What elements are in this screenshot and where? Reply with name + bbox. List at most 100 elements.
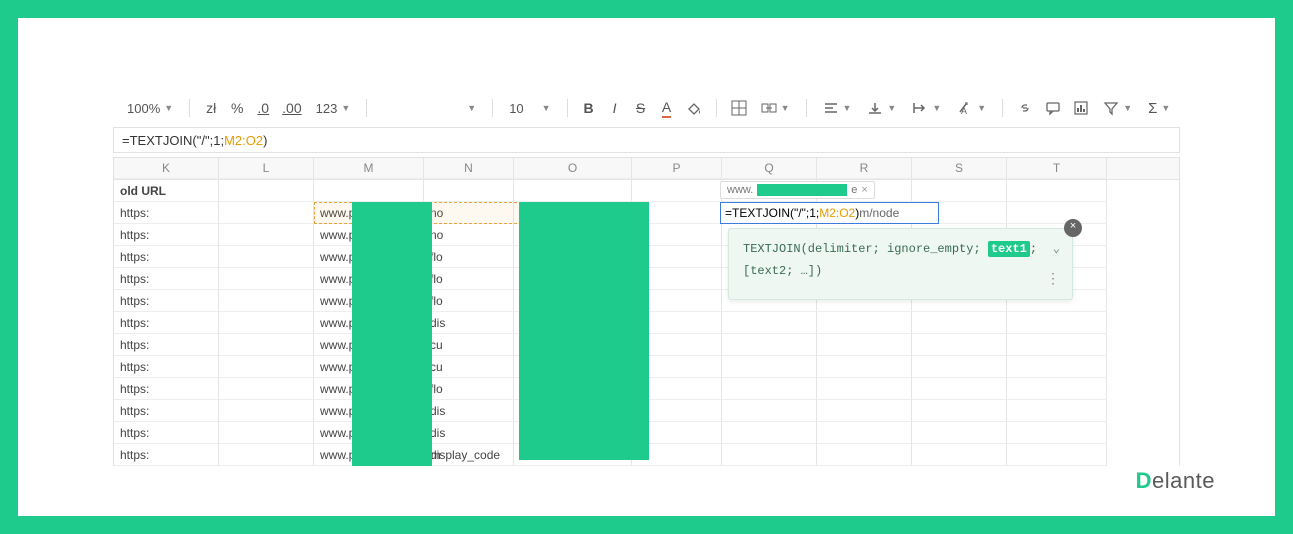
cell[interactable] [1007,422,1107,444]
cell[interactable] [514,356,632,378]
cell[interactable] [219,202,314,224]
cell[interactable] [219,400,314,422]
cell[interactable] [912,422,1007,444]
cell[interactable]: https: [114,246,219,268]
cell[interactable] [632,312,722,334]
close-icon[interactable]: × [1064,219,1082,237]
rotate-dropdown[interactable]: A ▼ [951,96,992,120]
cell[interactable]: https: [114,356,219,378]
cell[interactable]: cu [424,356,514,378]
cell[interactable] [912,312,1007,334]
cell[interactable] [1007,334,1107,356]
cell[interactable] [722,378,817,400]
more-formats-dropdown[interactable]: 123 ▼ [310,96,357,120]
cell[interactable] [1007,378,1107,400]
active-cell-editor[interactable]: =TEXTJOIN("/";1;M2:O2)m/node [720,202,939,224]
cell[interactable] [912,334,1007,356]
cell[interactable] [219,246,314,268]
cell[interactable] [219,224,314,246]
cell[interactable] [514,334,632,356]
cell[interactable] [1007,180,1107,202]
cell[interactable] [514,180,632,202]
cell[interactable]: ne [514,268,632,290]
cell[interactable] [817,334,912,356]
cell[interactable] [219,422,314,444]
cell[interactable] [219,444,314,466]
column-header-Q[interactable]: Q [722,158,817,179]
cell[interactable] [632,202,722,224]
cell[interactable] [514,422,632,444]
percent-button[interactable]: % [226,96,248,120]
cell[interactable] [219,268,314,290]
cell[interactable] [314,180,424,202]
cell[interactable] [632,290,722,312]
cell[interactable]: www.prosperplast.com [314,444,424,466]
cell[interactable] [817,378,912,400]
spreadsheet[interactable]: KLMNOPQRST old URLhttps:www.pt.comnohttp… [113,157,1180,466]
cell[interactable] [219,334,314,356]
cell[interactable]: ne [514,290,632,312]
cell[interactable]: dis [424,312,514,334]
column-header-K[interactable]: K [114,158,219,179]
cell[interactable]: https: [114,422,219,444]
cell[interactable]: https: [114,400,219,422]
close-icon[interactable]: × [861,184,867,196]
strikethrough-button[interactable]: S [630,96,652,120]
cell[interactable]: old URL [114,180,219,202]
cell[interactable]: dis [424,400,514,422]
cell[interactable] [424,180,514,202]
cell[interactable] [912,378,1007,400]
functions-dropdown[interactable]: Σ ▼ [1142,96,1176,120]
cell[interactable] [1007,444,1107,466]
cell[interactable] [514,202,632,224]
cell[interactable] [1007,356,1107,378]
font-size-dropdown[interactable]: 10 ▼ [503,96,556,120]
cell[interactable]: https: [114,444,219,466]
cell[interactable] [632,422,722,444]
cell[interactable] [1007,400,1107,422]
cell[interactable] [514,444,632,466]
cell[interactable] [632,444,722,466]
column-header-T[interactable]: T [1007,158,1107,179]
cell[interactable]: cu [424,334,514,356]
cell[interactable]: www.pt.com [314,422,424,444]
cell[interactable] [817,356,912,378]
currency-button[interactable]: zł [200,96,222,120]
column-header-O[interactable]: O [514,158,632,179]
cell[interactable]: dis [424,422,514,444]
cell[interactable] [817,312,912,334]
cell[interactable]: www.pt.com [314,356,424,378]
cell[interactable] [817,422,912,444]
wrap-dropdown[interactable]: ▼ [906,96,947,120]
increase-decimal-button[interactable]: .00 [278,96,305,120]
formula-bar[interactable]: =TEXTJOIN("/";1;M2:O2) [113,127,1180,153]
cell[interactable] [722,400,817,422]
cell[interactable]: https: [114,224,219,246]
column-header-R[interactable]: R [817,158,912,179]
cell[interactable] [514,378,632,400]
cell[interactable] [817,444,912,466]
chevron-down-icon[interactable]: ⌄ [1053,239,1060,261]
insert-comment-button[interactable] [1041,96,1065,120]
cell[interactable] [912,356,1007,378]
column-header-L[interactable]: L [219,158,314,179]
cell[interactable] [514,224,632,246]
italic-button[interactable]: I [604,96,626,120]
cell[interactable] [632,268,722,290]
cell[interactable]: https: [114,312,219,334]
cell[interactable]: www.pt.com [314,400,424,422]
insert-link-button[interactable] [1013,96,1037,120]
insert-chart-button[interactable] [1069,96,1093,120]
bold-button[interactable]: B [578,96,600,120]
column-header-S[interactable]: S [912,158,1007,179]
zoom-dropdown[interactable]: 100% ▼ [121,96,179,120]
borders-button[interactable] [727,96,751,120]
cell[interactable] [632,400,722,422]
decrease-decimal-button[interactable]: .0 [252,96,274,120]
cell[interactable] [817,400,912,422]
cell[interactable] [912,444,1007,466]
cell[interactable] [722,444,817,466]
cell[interactable]: flo [424,246,514,268]
cell[interactable] [722,356,817,378]
v-align-dropdown[interactable]: ▼ [861,96,902,120]
